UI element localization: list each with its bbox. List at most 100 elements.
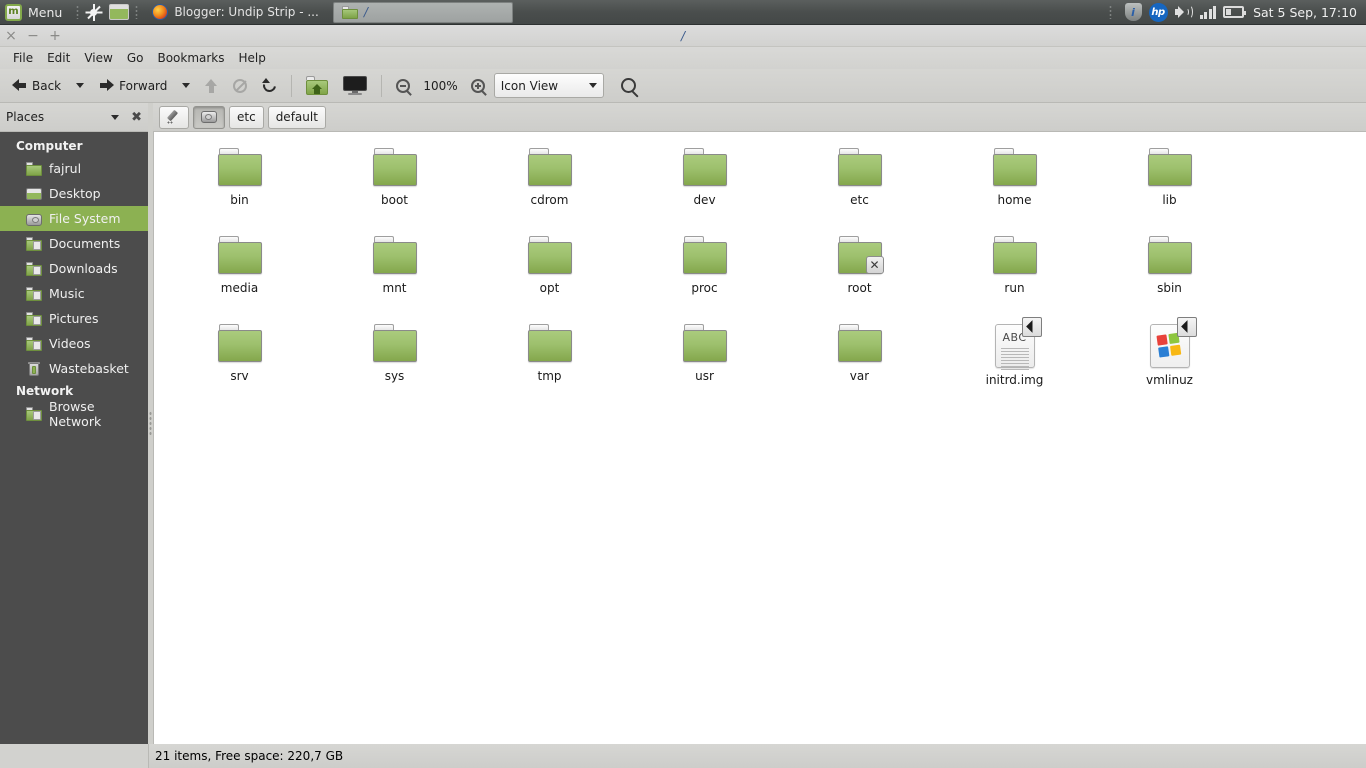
folder-icon — [372, 324, 417, 364]
file-item[interactable]: mnt — [317, 230, 472, 318]
menu-bookmarks[interactable]: Bookmarks — [150, 48, 231, 68]
file-item[interactable]: media — [162, 230, 317, 318]
system-tray: i hp Sat 5 Sep, 17:10 — [1103, 2, 1366, 22]
file-item[interactable]: home — [937, 142, 1092, 230]
breadcrumb-root[interactable] — [193, 105, 225, 129]
reload-button[interactable] — [256, 73, 283, 99]
sidebar-item-documents[interactable]: Documents — [0, 231, 148, 256]
file-item-label: root — [847, 281, 872, 295]
file-item[interactable]: bin — [162, 142, 317, 230]
folder-icon — [992, 148, 1037, 188]
forward-history-dropdown[interactable] — [176, 73, 196, 99]
menu-edit[interactable]: Edit — [40, 48, 77, 68]
breadcrumb-etc[interactable]: etc — [229, 105, 264, 129]
signal-bars-icon[interactable] — [1199, 5, 1217, 19]
pencil-icon — [166, 109, 181, 124]
sidebar-item-wastebasket[interactable]: Wastebasket — [0, 356, 148, 381]
window-titlebar: × − + / — [0, 25, 1366, 47]
file-item[interactable]: usr — [627, 318, 782, 406]
file-item[interactable]: tmp — [472, 318, 627, 406]
sidebar-item-desktop[interactable]: Desktop — [0, 181, 148, 206]
menu-go[interactable]: Go — [120, 48, 151, 68]
toolbar-separator — [291, 74, 293, 97]
sidebar-item-music[interactable]: Music — [0, 281, 148, 306]
search-button[interactable] — [615, 73, 642, 99]
folder-icon — [992, 236, 1037, 276]
hp-logo-icon[interactable]: hp — [1148, 2, 1168, 22]
zoom-out-button[interactable] — [390, 73, 416, 99]
places-header: Places ✖ — [0, 103, 148, 132]
computer-button[interactable] — [337, 73, 373, 99]
breadcrumb-label: default — [275, 110, 318, 124]
sidebar-item-label: Downloads — [49, 261, 118, 276]
file-item[interactable]: proc — [627, 230, 782, 318]
breadcrumb-default[interactable]: default — [267, 105, 326, 129]
file-item[interactable]: sbin — [1092, 230, 1247, 318]
menu-button[interactable]: m Menu — [0, 1, 70, 24]
battery-icon[interactable] — [1223, 6, 1247, 18]
file-item-vmlinuz[interactable]: vmlinuz — [1092, 317, 1247, 406]
panel-separator-2 — [135, 5, 139, 19]
up-arrow-icon — [205, 78, 218, 93]
file-item[interactable]: srv — [162, 318, 317, 406]
toolbar: Back Forward 100% Icon View — [0, 69, 1366, 103]
content-area: etc default bin boot cdrom dev etc home … — [153, 103, 1366, 744]
menu-help[interactable]: Help — [232, 48, 273, 68]
info-shield-icon[interactable]: i — [1124, 3, 1142, 21]
back-history-dropdown[interactable] — [70, 73, 90, 99]
chevron-down-icon[interactable] — [111, 114, 120, 120]
file-item[interactable]: dev — [627, 142, 782, 230]
close-icon[interactable]: ✖ — [131, 111, 142, 124]
menu-view[interactable]: View — [77, 48, 119, 68]
home-button[interactable] — [300, 73, 334, 99]
file-item-root[interactable]: ✕ root — [782, 230, 937, 318]
sidebar-item-label: fajrul — [49, 161, 82, 176]
file-item-label: usr — [695, 369, 714, 383]
sun-icon[interactable] — [85, 3, 103, 21]
forward-button[interactable]: Forward — [93, 73, 173, 99]
file-icon-view[interactable]: bin boot cdrom dev etc home lib media mn… — [153, 132, 1366, 744]
file-item-label: initrd.img — [985, 373, 1044, 387]
statusbar-text: 21 items, Free space: 220,7 GB — [148, 744, 1366, 768]
clock[interactable]: Sat 5 Sep, 17:10 — [1253, 5, 1357, 20]
menu-file[interactable]: File — [6, 48, 40, 68]
downloads-folder-icon — [26, 261, 42, 276]
file-item[interactable]: etc — [782, 142, 937, 230]
sidebar-item-label: Wastebasket — [49, 361, 129, 376]
file-item-initrd[interactable]: ABC initrd.img — [937, 317, 1092, 406]
folder-icon — [527, 148, 572, 188]
taskbar-item-file-manager[interactable]: / — [332, 1, 513, 23]
breadcrumb: etc default — [153, 103, 1366, 132]
up-button[interactable] — [199, 73, 224, 99]
pictures-folder-icon — [26, 311, 42, 326]
edit-path-button[interactable] — [159, 105, 189, 129]
breadcrumb-label: etc — [237, 110, 256, 124]
view-mode-select[interactable]: Icon View — [493, 73, 604, 98]
zoom-in-button[interactable] — [465, 73, 491, 99]
back-arrow-icon — [12, 79, 27, 92]
file-item[interactable]: sys — [317, 318, 472, 406]
sidebar-item-videos[interactable]: Videos — [0, 331, 148, 356]
file-item[interactable]: opt — [472, 230, 627, 318]
sidebar-item-downloads[interactable]: Downloads — [0, 256, 148, 281]
sidebar-item-browse-network[interactable]: Browse Network — [0, 399, 148, 429]
file-item[interactable]: run — [937, 230, 1092, 318]
folder-icon — [217, 148, 262, 188]
file-item[interactable]: var — [782, 318, 937, 406]
sidebar-item-fajrul[interactable]: fajrul — [0, 156, 148, 181]
file-item[interactable]: lib — [1092, 142, 1247, 230]
speaker-icon[interactable] — [1174, 5, 1193, 19]
sidebar-item-pictures[interactable]: Pictures — [0, 306, 148, 331]
computer-monitor-icon — [343, 76, 368, 95]
sidebar-item-file-system[interactable]: File System — [0, 206, 148, 231]
taskbar-item-firefox[interactable]: Blogger: Undip Strip - ... — [144, 2, 327, 23]
file-item[interactable]: boot — [317, 142, 472, 230]
file-item[interactable]: cdrom — [472, 142, 627, 230]
show-desktop-icon[interactable] — [109, 4, 130, 20]
places-list: Computer fajrul Desktop File System Docu… — [0, 132, 148, 744]
stop-button[interactable] — [227, 73, 253, 99]
file-item-label: boot — [380, 193, 408, 207]
chevron-down-icon — [182, 83, 191, 88]
windows-executable-icon — [1149, 317, 1197, 368]
back-button[interactable]: Back — [6, 73, 67, 99]
